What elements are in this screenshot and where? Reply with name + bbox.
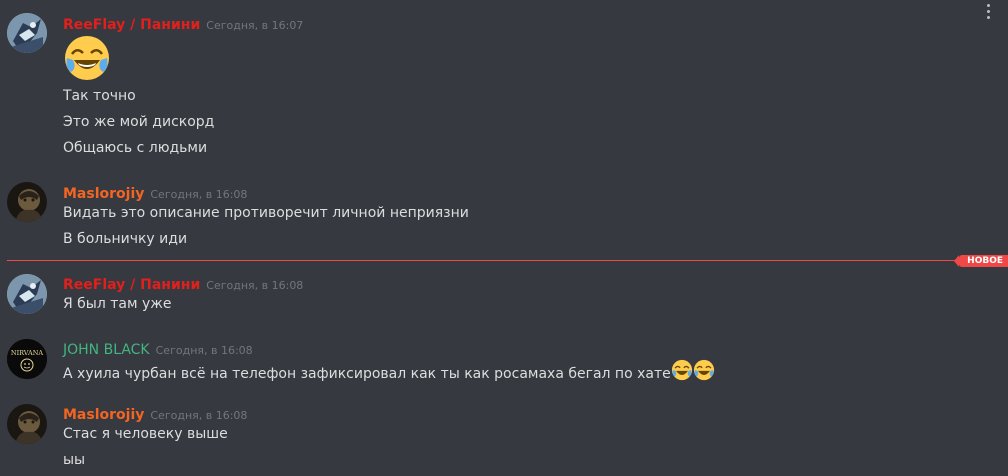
message-header: Maslorojiy Сегодня, в 16:08 [63, 404, 247, 424]
message-text: Общаюсь с людьми [63, 140, 208, 156]
message-text: Я был там уже [63, 296, 172, 312]
username[interactable]: Maslorojiy [63, 186, 144, 202]
username[interactable]: ReeFlay / Панини [63, 17, 200, 33]
joy-emoji-icon [65, 36, 109, 80]
new-messages-badge: НОВОЕ [954, 255, 1008, 267]
maslorojiy-avatar-image [7, 182, 47, 222]
message-text: Так точно [63, 88, 136, 104]
message-header: JOHN BLACK Сегодня, в 16:08 [63, 339, 253, 359]
avatar[interactable] [7, 274, 47, 314]
joy-emoji-icon [693, 359, 715, 389]
maslorojiy-avatar-image [7, 404, 47, 444]
message-text: А хуила чурбан всё на телефон зафиксиров… [63, 366, 671, 382]
menu-dot [986, 9, 990, 13]
menu-dot [986, 15, 990, 19]
message-header: ReeFlay / Панини Сегодня, в 16:08 [63, 274, 303, 294]
big-emoji [63, 34, 111, 80]
timestamp: Сегодня, в 16:07 [206, 19, 304, 32]
message-text: В больничку иди [63, 231, 188, 247]
reeflay-avatar-image [7, 274, 47, 314]
message-text: Это же мой дискорд [63, 114, 215, 130]
message-header: Maslorojiy Сегодня, в 16:08 [63, 183, 247, 203]
avatar-text: NIRVANA [11, 349, 44, 357]
username[interactable]: JOHN BLACK [63, 342, 150, 358]
avatar[interactable] [7, 182, 47, 222]
timestamp: Сегодня, в 16:08 [150, 188, 248, 201]
reeflay-avatar-image [7, 13, 47, 53]
avatar[interactable]: NIRVANA [7, 339, 47, 379]
avatar[interactable] [7, 404, 47, 444]
username[interactable]: ReeFlay / Панини [63, 277, 200, 293]
message-row: А хуила чурбан всё на телефон зафиксиров… [63, 359, 715, 383]
avatar[interactable] [7, 13, 47, 53]
timestamp: Сегодня, в 16:08 [155, 344, 253, 357]
message-text: Стас я человеку выше [63, 426, 228, 442]
timestamp: Сегодня, в 16:08 [206, 279, 304, 292]
username[interactable]: Maslorojiy [63, 407, 144, 423]
new-messages-divider [7, 260, 1002, 261]
message-text: Видать это описание противоречит личной … [63, 205, 469, 221]
joy-emoji-icon [671, 359, 693, 389]
nirvana-avatar-image: NIRVANA [7, 339, 47, 379]
timestamp: Сегодня, в 16:08 [150, 409, 248, 422]
message-text: ыы [63, 452, 86, 468]
message-header: ReeFlay / Панини Сегодня, в 16:07 [63, 14, 303, 34]
menu-dot [986, 3, 990, 7]
more-vertical-icon[interactable] [976, 0, 1000, 22]
